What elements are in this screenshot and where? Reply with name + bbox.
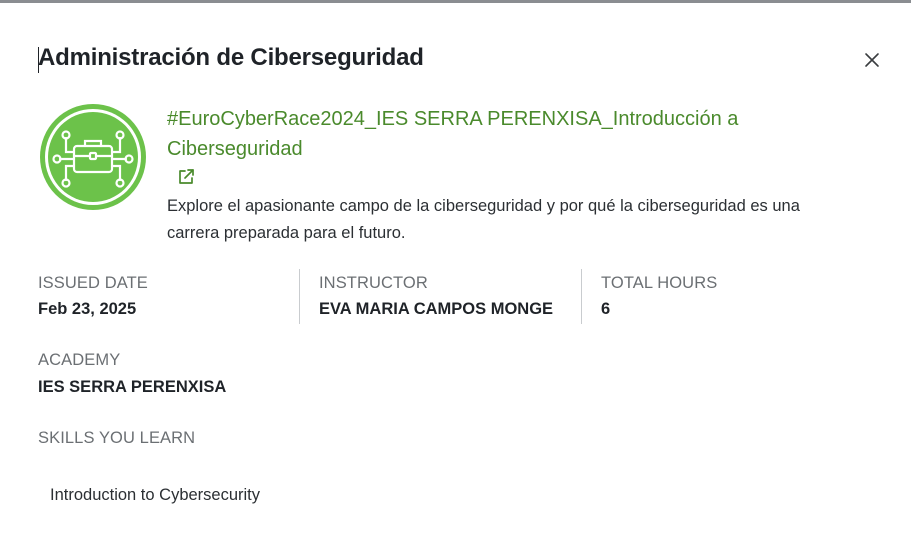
course-description-line-2: carrera preparada para el futuro. [167, 224, 406, 242]
skills-label: SKILLS YOU LEARN [38, 429, 196, 447]
course-badge [38, 102, 148, 212]
issued-date-value: Feb 23, 2025 [38, 300, 137, 318]
academy-label: ACADEMY [38, 351, 121, 369]
instructor-value: EVA MARIA CAMPOS MONGE [319, 300, 554, 318]
modal-title: Administración de Ciberseguridad [38, 44, 424, 71]
course-description: Explore el apasionante campo de la ciber… [167, 193, 887, 247]
course-description-line-1: Explore el apasionante campo de la ciber… [167, 197, 800, 215]
skill-item: Introduction to Cybersecurity [50, 486, 261, 504]
external-link-icon [179, 169, 194, 184]
close-icon [865, 53, 879, 67]
total-hours-value: 6 [601, 300, 611, 318]
close-button[interactable] [860, 48, 884, 72]
instructor-label: INSTRUCTOR [319, 274, 428, 292]
external-link-button[interactable] [176, 167, 198, 189]
cybersecurity-briefcase-network-icon [40, 104, 146, 210]
course-details-modal: Administración de Ciberseguridad #EuroCy… [0, 3, 911, 552]
column-divider [299, 269, 300, 324]
column-divider [581, 269, 582, 324]
course-title-line-1: #EuroCyberRace2024_IES SERRA PERENXISA_I… [167, 108, 739, 130]
course-title-link[interactable]: #EuroCyberRace2024_IES SERRA PERENXISA_I… [167, 104, 787, 164]
total-hours-label: TOTAL HOURS [601, 274, 718, 292]
course-title-line-2: Ciberseguridad [167, 138, 303, 160]
academy-value: IES SERRA PERENXISA [38, 378, 227, 396]
issued-date-label: ISSUED DATE [38, 274, 148, 292]
